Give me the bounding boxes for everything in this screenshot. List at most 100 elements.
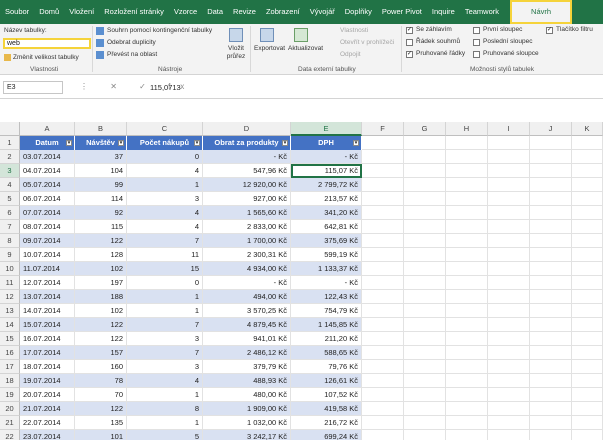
table-cell[interactable]: 7: [127, 346, 203, 360]
ribbon-tab[interactable]: Soubor: [0, 0, 34, 24]
row-header[interactable]: 18: [0, 374, 20, 388]
table-header-cell[interactable]: Počet nákupů ▾: [127, 136, 203, 150]
resize-table-button[interactable]: Změnit velikost tabulky: [13, 54, 79, 61]
empty-cell[interactable]: [362, 360, 404, 374]
table-cell[interactable]: 37: [75, 150, 127, 164]
table-cell[interactable]: 547,96 Kč: [203, 164, 291, 178]
empty-cell[interactable]: [446, 416, 488, 430]
table-cell[interactable]: 79,76 Kč: [291, 360, 362, 374]
table-cell[interactable]: 12 920,00 Kč: [203, 178, 291, 192]
row-header[interactable]: 15: [0, 332, 20, 346]
empty-cell[interactable]: [362, 318, 404, 332]
open-in-browser-button[interactable]: Otevřít v prohlížeči: [340, 39, 394, 46]
empty-cell[interactable]: [530, 360, 572, 374]
empty-cell[interactable]: [362, 290, 404, 304]
column-header[interactable]: E: [291, 122, 362, 136]
table-cell[interactable]: 4: [127, 220, 203, 234]
table-cell[interactable]: 3 570,25 Kč: [203, 304, 291, 318]
remove-duplicates-button[interactable]: Odebrat duplicity: [107, 39, 156, 46]
table-cell[interactable]: 122: [75, 402, 127, 416]
empty-cell[interactable]: [530, 136, 572, 150]
first-column-checkbox[interactable]: [473, 27, 480, 34]
table-header-cell[interactable]: Návštěv ▾: [75, 136, 127, 150]
empty-cell[interactable]: [530, 318, 572, 332]
table-cell[interactable]: 488,93 Kč: [203, 374, 291, 388]
empty-cell[interactable]: [572, 248, 603, 262]
table-cell[interactable]: 216,72 Kč: [291, 416, 362, 430]
table-cell[interactable]: 4 934,00 Kč: [203, 262, 291, 276]
empty-cell[interactable]: [572, 220, 603, 234]
table-cell[interactable]: 3 242,17 Kč: [203, 430, 291, 440]
summarize-pivot-button[interactable]: Souhrn pomocí kontingenční tabulky: [107, 27, 212, 34]
empty-cell[interactable]: [362, 220, 404, 234]
empty-cell[interactable]: [488, 304, 530, 318]
row-header[interactable]: 10: [0, 262, 20, 276]
table-cell[interactable]: 2 300,31 Kč: [203, 248, 291, 262]
external-properties-button[interactable]: Vlastnosti: [340, 27, 368, 34]
empty-cell[interactable]: [404, 220, 446, 234]
table-header-cell[interactable]: Obrat za produkty ▾: [203, 136, 291, 150]
empty-cell[interactable]: [446, 234, 488, 248]
empty-cell[interactable]: [362, 374, 404, 388]
empty-cell[interactable]: [404, 388, 446, 402]
empty-cell[interactable]: [530, 388, 572, 402]
empty-cell[interactable]: [404, 402, 446, 416]
empty-cell[interactable]: [530, 332, 572, 346]
ribbon-tab[interactable]: Domů: [34, 0, 64, 24]
empty-cell[interactable]: [488, 318, 530, 332]
empty-cell[interactable]: [488, 388, 530, 402]
table-cell[interactable]: 104: [75, 164, 127, 178]
table-cell[interactable]: 1 909,00 Kč: [203, 402, 291, 416]
table-cell[interactable]: 494,00 Kč: [203, 290, 291, 304]
empty-cell[interactable]: [488, 402, 530, 416]
empty-cell[interactable]: [572, 290, 603, 304]
ribbon-tab[interactable]: Teamwork: [460, 0, 504, 24]
empty-cell[interactable]: [530, 304, 572, 318]
empty-cell[interactable]: [488, 178, 530, 192]
table-cell[interactable]: 107,52 Kč: [291, 388, 362, 402]
ribbon-tab[interactable]: Vývojář: [305, 0, 340, 24]
table-cell[interactable]: 135: [75, 416, 127, 430]
empty-cell[interactable]: [404, 276, 446, 290]
table-cell[interactable]: 99: [75, 178, 127, 192]
empty-cell[interactable]: [362, 402, 404, 416]
table-cell[interactable]: 1 032,00 Kč: [203, 416, 291, 430]
name-box[interactable]: E3: [3, 81, 63, 94]
empty-cell[interactable]: [362, 346, 404, 360]
table-cell[interactable]: 160: [75, 360, 127, 374]
table-cell[interactable]: 0: [127, 276, 203, 290]
table-cell[interactable]: 0: [127, 150, 203, 164]
empty-cell[interactable]: [404, 290, 446, 304]
empty-cell[interactable]: [404, 164, 446, 178]
empty-cell[interactable]: [446, 178, 488, 192]
row-header[interactable]: 1: [0, 136, 20, 150]
table-cell[interactable]: 126,61 Kč: [291, 374, 362, 388]
column-header[interactable]: K: [572, 122, 603, 136]
empty-cell[interactable]: [530, 178, 572, 192]
table-cell[interactable]: 599,19 Kč: [291, 248, 362, 262]
empty-cell[interactable]: [362, 192, 404, 206]
table-cell[interactable]: 3: [127, 360, 203, 374]
row-header[interactable]: 3: [0, 164, 20, 178]
table-cell[interactable]: 4: [127, 164, 203, 178]
table-cell[interactable]: 157: [75, 346, 127, 360]
empty-cell[interactable]: [404, 248, 446, 262]
table-cell[interactable]: 2 799,72 Kč: [291, 178, 362, 192]
empty-cell[interactable]: [446, 332, 488, 346]
empty-cell[interactable]: [530, 430, 572, 440]
empty-cell[interactable]: [446, 164, 488, 178]
table-cell[interactable]: 1: [127, 416, 203, 430]
table-cell[interactable]: 18.07.2014: [20, 360, 75, 374]
empty-cell[interactable]: [530, 346, 572, 360]
empty-cell[interactable]: [404, 416, 446, 430]
ribbon-tab[interactable]: Power Pivot: [377, 0, 427, 24]
table-cell[interactable]: 1: [127, 304, 203, 318]
column-header[interactable]: C: [127, 122, 203, 136]
table-cell[interactable]: - Kč: [203, 276, 291, 290]
last-column-checkbox[interactable]: [473, 39, 480, 46]
convert-to-range-button[interactable]: Převést na oblast: [107, 51, 157, 58]
row-header[interactable]: 14: [0, 318, 20, 332]
table-cell[interactable]: 1 145,85 Kč: [291, 318, 362, 332]
empty-cell[interactable]: [404, 192, 446, 206]
row-header[interactable]: 13: [0, 304, 20, 318]
